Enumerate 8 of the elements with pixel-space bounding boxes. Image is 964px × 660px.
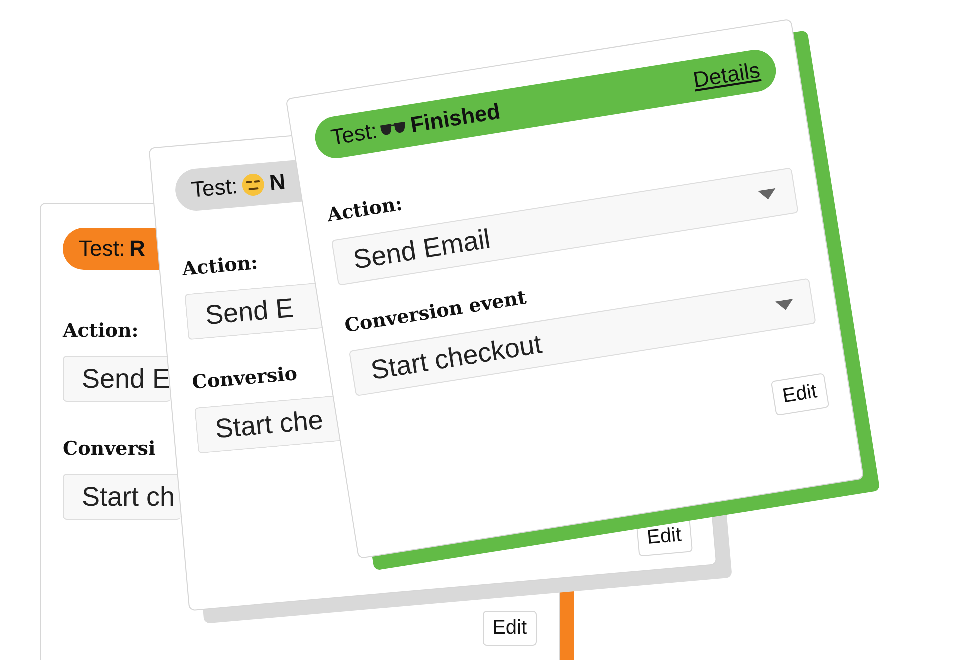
field-label: Action: (63, 320, 139, 342)
status-value: Finished (408, 98, 502, 138)
field-label: Conversi (63, 438, 156, 460)
status-label: Test: (79, 236, 126, 262)
status-value: N (268, 169, 287, 197)
status-value: R (129, 236, 146, 262)
status-label: Test: (190, 173, 240, 204)
status-label: Test: (329, 118, 380, 152)
